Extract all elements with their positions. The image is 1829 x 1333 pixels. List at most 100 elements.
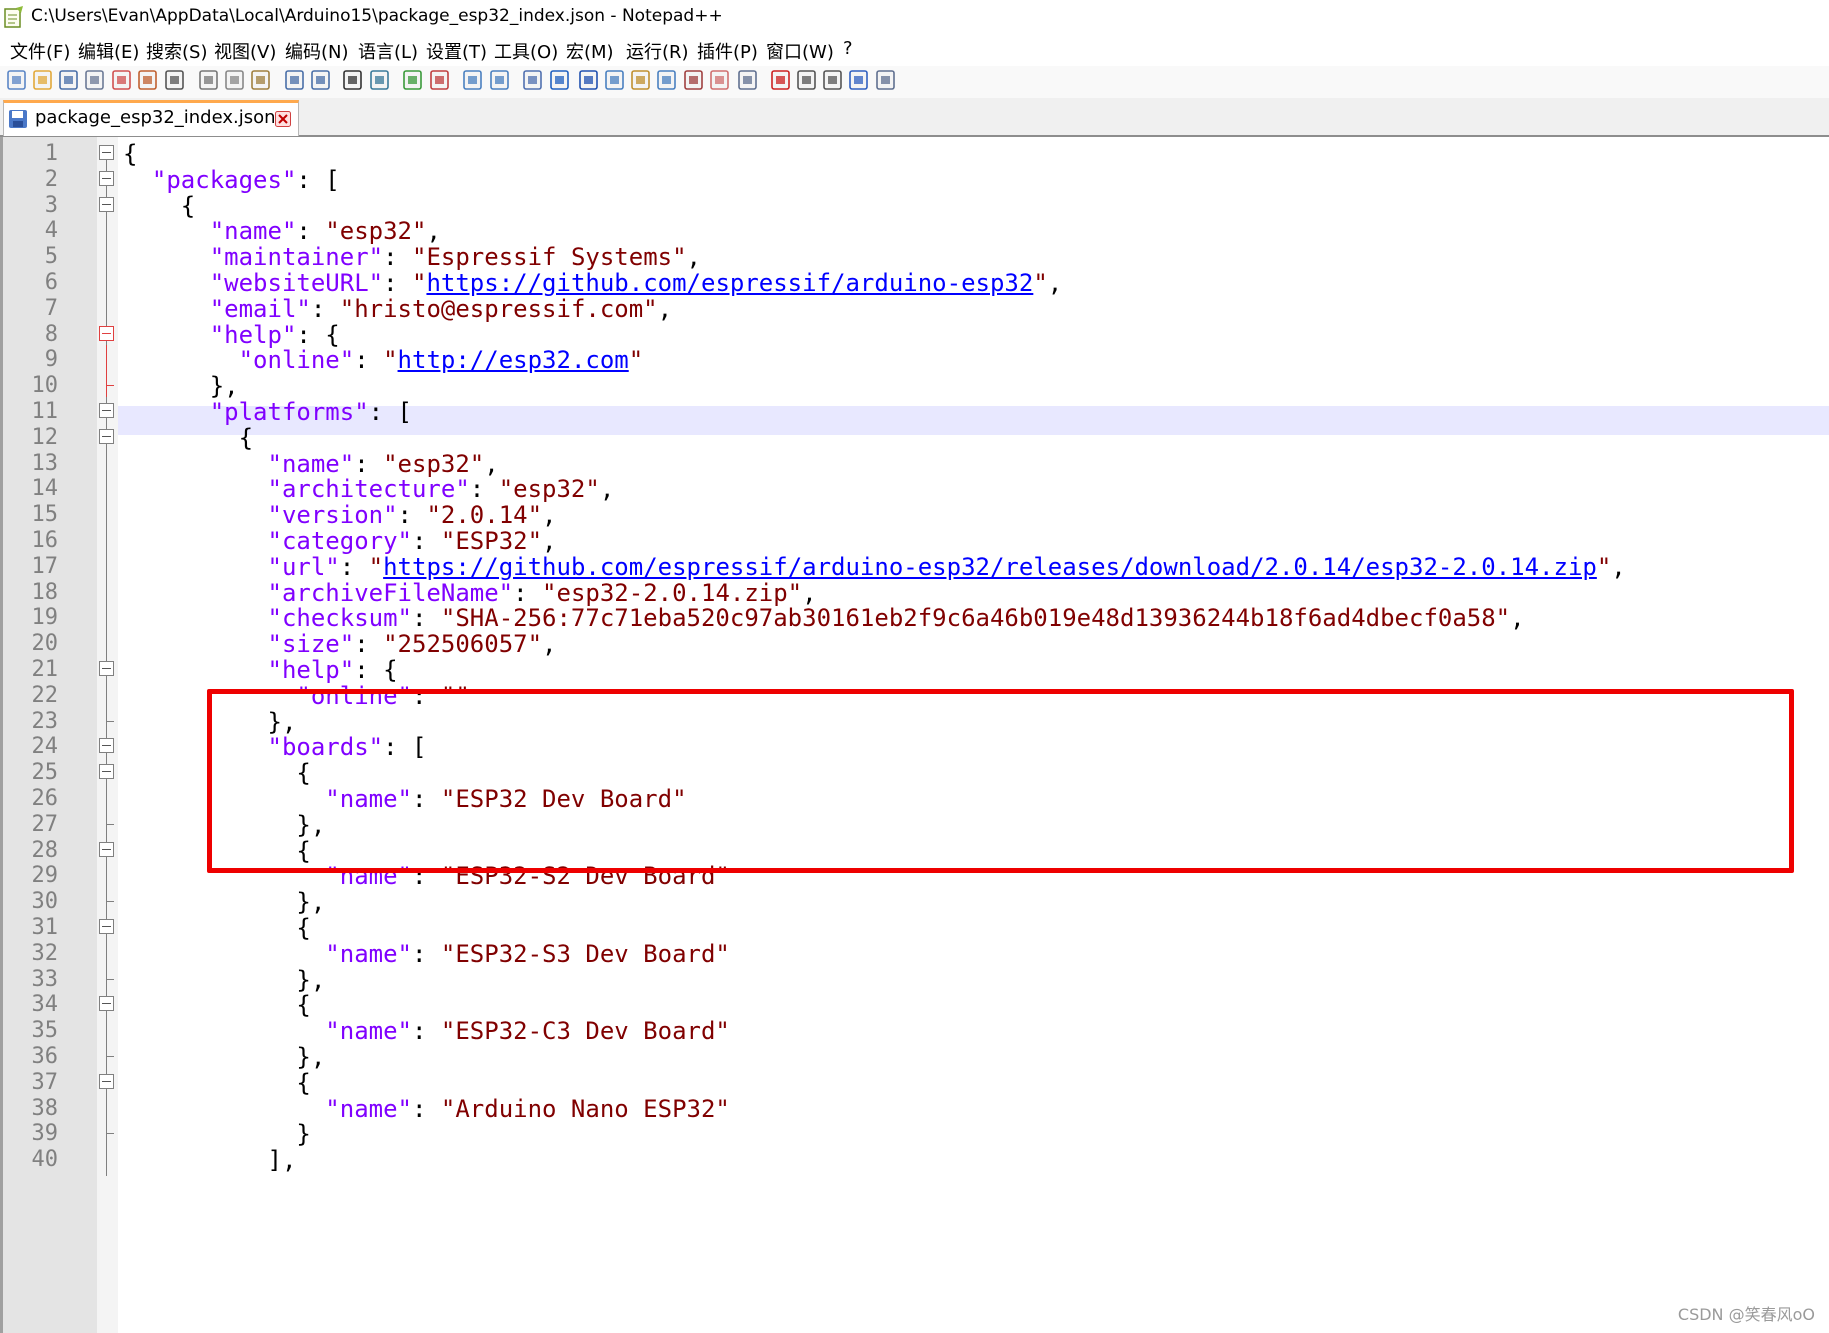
line-number: 15 xyxy=(31,502,59,528)
json-key: "archiveFileName" xyxy=(123,578,514,607)
fold-toggle-icon[interactable] xyxy=(99,738,114,754)
punctuation: , xyxy=(542,527,557,555)
fold-toggle-icon[interactable] xyxy=(99,428,114,444)
menu-item-7[interactable]: 工具(O) xyxy=(494,38,558,64)
menu-item-10[interactable]: 插件(P) xyxy=(697,38,758,64)
title-bar: C:\Users\Evan\AppData\Local\Arduino15\pa… xyxy=(0,0,1829,35)
show-all-chars-icon[interactable] xyxy=(548,66,572,94)
fold-toggle-icon[interactable] xyxy=(99,145,114,160)
play-macro-icon[interactable] xyxy=(821,66,845,94)
line-number: 19 xyxy=(31,605,59,631)
zoom-in-icon[interactable] xyxy=(401,66,425,94)
indent-guide-icon[interactable] xyxy=(577,66,601,94)
json-key: "name" xyxy=(123,449,355,478)
fold-toggle-icon[interactable] xyxy=(99,661,114,676)
word-wrap-icon[interactable] xyxy=(521,66,545,94)
fold-end-marker xyxy=(106,706,114,722)
punctuation: }, xyxy=(123,965,326,994)
monitoring-icon[interactable] xyxy=(682,66,706,94)
punctuation: : xyxy=(339,552,369,581)
user-defined-language-icon[interactable] xyxy=(708,66,732,94)
stop-macro-icon[interactable] xyxy=(795,66,819,94)
punctuation: ], xyxy=(123,1146,297,1175)
line-number: 37 xyxy=(31,1069,59,1095)
menu-item-8[interactable]: 宏(M) xyxy=(566,38,614,64)
fold-toggle-icon[interactable] xyxy=(99,403,114,418)
new-file-icon[interactable] xyxy=(5,66,29,94)
sync-horizontal-icon[interactable] xyxy=(488,66,512,94)
json-key: "platforms" xyxy=(123,398,369,426)
document-map-icon[interactable] xyxy=(603,66,627,94)
punctuation: : [ xyxy=(368,398,412,426)
menu-item-11[interactable]: 窗口(W) xyxy=(766,38,834,64)
url-link[interactable]: http://esp32.com xyxy=(398,346,629,374)
punctuation: : { xyxy=(354,656,398,684)
line-number: 33 xyxy=(31,966,59,992)
fold-toggle-icon[interactable] xyxy=(99,1073,114,1089)
close-all-icon[interactable] xyxy=(136,66,160,94)
replace-icon[interactable] xyxy=(368,66,392,94)
zoom-out-icon[interactable] xyxy=(428,66,452,94)
close-icon[interactable] xyxy=(110,66,134,94)
fold-toggle-icon[interactable] xyxy=(99,325,114,341)
fold-end-marker xyxy=(106,887,114,903)
line-number: 8 xyxy=(44,321,58,347)
sync-vertical-icon[interactable] xyxy=(461,66,485,94)
tab-package-esp32-index[interactable]: package_esp32_index.json xyxy=(3,100,299,136)
folder-as-workspace-icon[interactable] xyxy=(655,66,679,94)
menu-item-0[interactable]: 文件(F) xyxy=(10,38,70,64)
fold-toggle-icon[interactable] xyxy=(99,764,114,780)
json-string: "Arduino Nano ESP32" xyxy=(440,1094,730,1123)
eye-icon[interactable] xyxy=(736,66,760,94)
line-number: 23 xyxy=(31,708,59,734)
punctuation: { xyxy=(123,140,138,168)
menu-item-1[interactable]: 编辑(E) xyxy=(78,38,139,64)
cut-icon[interactable] xyxy=(197,66,221,94)
menu-item-2[interactable]: 搜索(S) xyxy=(146,38,207,64)
run-macro-multiple-icon[interactable] xyxy=(847,66,871,94)
punctuation: { xyxy=(123,991,311,1020)
undo-icon[interactable] xyxy=(283,66,307,94)
menu-item-3[interactable]: 视图(V) xyxy=(214,38,276,64)
save-icon[interactable] xyxy=(57,66,81,94)
punctuation: : xyxy=(310,294,340,323)
code-text: ], xyxy=(123,1145,296,1175)
line-number: 28 xyxy=(31,837,59,863)
fold-toggle-icon[interactable] xyxy=(99,996,114,1012)
fold-toggle-icon[interactable] xyxy=(99,919,114,934)
line-number: 5 xyxy=(44,244,58,270)
json-key: "name" xyxy=(123,1094,412,1123)
save-all-icon[interactable] xyxy=(83,66,107,94)
line-number: 39 xyxy=(31,1121,59,1147)
paste-icon[interactable] xyxy=(249,66,273,94)
fold-toggle-icon[interactable] xyxy=(99,841,114,857)
menu-item-5[interactable]: 语言(L) xyxy=(358,38,418,64)
menu-item-9[interactable]: 运行(R) xyxy=(626,38,689,64)
line-number: 4 xyxy=(44,218,58,244)
window-title: C:\Users\Evan\AppData\Local\Arduino15\pa… xyxy=(31,6,723,26)
open-file-icon[interactable] xyxy=(31,66,55,94)
url-link[interactable]: https://github.com/espressif/arduino-esp… xyxy=(426,269,1033,297)
fold-toggle-icon[interactable] xyxy=(99,196,114,212)
line-number: 12 xyxy=(31,424,59,450)
code-editor[interactable]: 1{2 "packages": [3 {4 "name": "esp32", 5 … xyxy=(0,137,1829,1333)
menu-bar: 文件(F) 编辑(E) 搜索(S) 视图(V) 编码(N) 语言(L) 设置(T) 工具(O)… xyxy=(0,35,1829,66)
menu-item-4[interactable]: 编码(N) xyxy=(285,38,349,64)
print-icon[interactable] xyxy=(163,66,187,94)
menu-item-6[interactable]: 设置(T) xyxy=(426,38,487,64)
tab-close-icon[interactable] xyxy=(275,111,291,127)
function-list-icon[interactable] xyxy=(629,66,653,94)
record-macro-icon[interactable] xyxy=(769,66,793,94)
save-macro-icon[interactable] xyxy=(874,66,898,94)
copy-icon[interactable] xyxy=(223,66,247,94)
red-annotation-box xyxy=(207,689,1794,873)
fold-toggle-icon[interactable] xyxy=(99,170,114,186)
punctuation: { xyxy=(123,191,196,220)
redo-icon[interactable] xyxy=(309,66,333,94)
line-number: 2 xyxy=(44,166,58,192)
menu-item-12[interactable]: ? xyxy=(843,38,853,59)
url-link[interactable]: https://github.com/espressif/arduino-esp… xyxy=(383,553,1597,581)
tab-bar: package_esp32_index.json xyxy=(0,98,1829,137)
find-icon[interactable] xyxy=(341,66,365,94)
json-key: "online" xyxy=(123,346,355,375)
